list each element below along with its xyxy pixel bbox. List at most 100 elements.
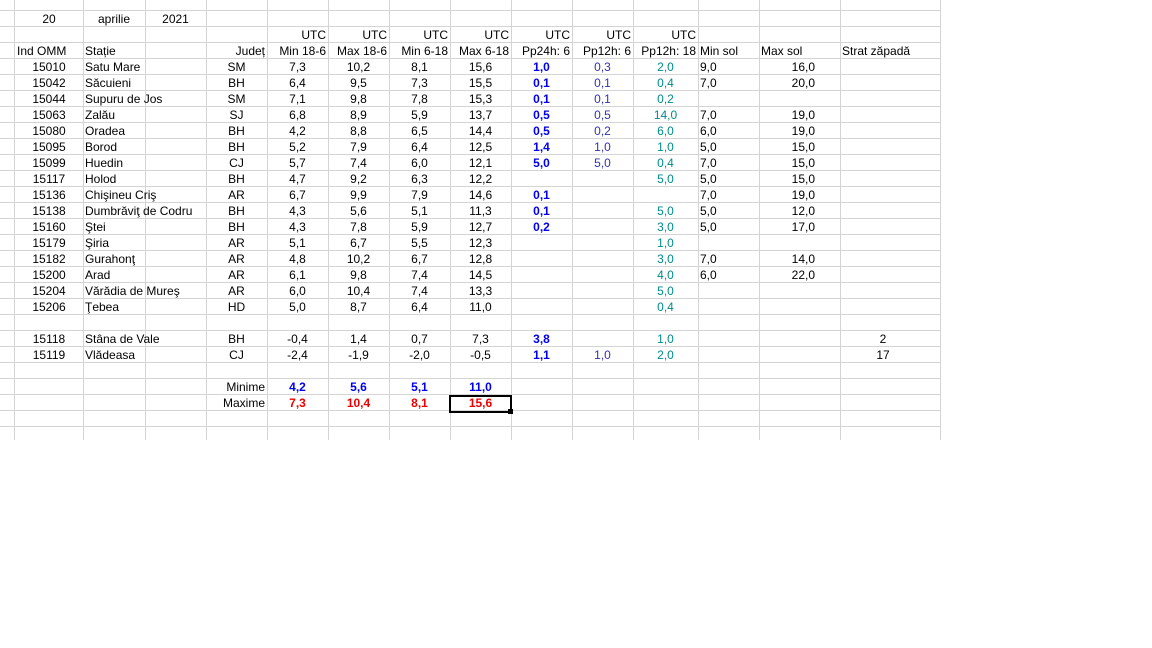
cell-maxsol[interactable]: 19,0 [759, 107, 817, 123]
cell-pp24[interactable] [511, 235, 572, 251]
cell-pp12-6[interactable]: 1,0 [572, 139, 633, 155]
cell-min18[interactable]: 5,2 [267, 139, 328, 155]
cell-county[interactable]: AR [206, 251, 267, 267]
minime-label[interactable]: Minime [206, 379, 267, 395]
cell-station[interactable]: Satu Mare [83, 59, 206, 75]
cell-station[interactable]: Vărădia de Mureş [83, 283, 206, 299]
cell-pp12-6[interactable] [572, 251, 633, 267]
cell-min6[interactable]: 7,9 [389, 187, 450, 203]
cell-county[interactable]: BH [206, 219, 267, 235]
cell-minsol[interactable]: 6,0 [698, 267, 759, 283]
header-pp12h-18[interactable]: Pp12h: 18 [633, 43, 698, 59]
cell-min18[interactable]: 5,7 [267, 155, 328, 171]
cell-pp24[interactable] [511, 251, 572, 267]
cell-pp12-6[interactable] [572, 203, 633, 219]
cell-pp12-18[interactable]: 4,0 [633, 267, 698, 283]
cell-id[interactable]: 15042 [15, 75, 83, 91]
cell-station[interactable]: Oradea [83, 123, 206, 139]
cell-pp24[interactable]: 0,5 [511, 107, 572, 123]
cell-pp24[interactable]: 0,1 [511, 91, 572, 107]
cell-snow[interactable] [840, 171, 926, 187]
cell-min6[interactable]: 6,7 [389, 251, 450, 267]
cell-county[interactable]: AR [206, 267, 267, 283]
cell-pp12-6[interactable]: 0,1 [572, 91, 633, 107]
cell-pp24[interactable] [511, 315, 572, 331]
cell-maxsol[interactable] [759, 91, 817, 107]
cell-pp12-18[interactable]: 6,0 [633, 123, 698, 139]
cell-pp12-6[interactable] [572, 187, 633, 203]
cell-max6[interactable]: 7,3 [450, 331, 511, 347]
cell-min18[interactable]: 4,2 [267, 123, 328, 139]
cell-max18[interactable]: 1,4 [328, 331, 389, 347]
cell-minsol[interactable]: 7,0 [698, 187, 759, 203]
cell-maxsol[interactable] [759, 299, 817, 315]
cell-max6[interactable]: 12,2 [450, 171, 511, 187]
cell-maxsol[interactable] [759, 235, 817, 251]
cell-snow[interactable]: 17 [840, 347, 926, 363]
cell-minsol[interactable]: 5,0 [698, 219, 759, 235]
cell-station[interactable]: Chişineu Criş [83, 187, 206, 203]
cell-minsol[interactable] [698, 91, 759, 107]
cell-maxsol[interactable] [759, 331, 817, 347]
cell-pp12-18[interactable] [633, 315, 698, 331]
cell-station[interactable]: Vlădeasa [83, 347, 206, 363]
cell-minsol[interactable] [698, 299, 759, 315]
cell-min18[interactable] [267, 315, 328, 331]
cell-max18[interactable]: 9,5 [328, 75, 389, 91]
cell-max6[interactable]: 14,4 [450, 123, 511, 139]
cell-pp12-18[interactable]: 1,0 [633, 235, 698, 251]
cell-pp12-18[interactable]: 0,2 [633, 91, 698, 107]
cell-max18[interactable]: 8,7 [328, 299, 389, 315]
utc-max-6-18[interactable]: UTC [450, 27, 511, 43]
cell-maxsol[interactable]: 12,0 [759, 203, 817, 219]
cell-pp12-6[interactable] [572, 299, 633, 315]
cell-min6[interactable]: 8,1 [389, 59, 450, 75]
cell-pp12-18[interactable]: 3,0 [633, 251, 698, 267]
cell-max18[interactable]: 10,2 [328, 251, 389, 267]
cell-min6[interactable]: 7,8 [389, 91, 450, 107]
cell-id[interactable]: 15099 [15, 155, 83, 171]
cell-max6[interactable]: -0,5 [450, 347, 511, 363]
cell-pp12-18[interactable]: 0,4 [633, 75, 698, 91]
cell-min6[interactable]: 5,9 [389, 219, 450, 235]
cell-pp12-6[interactable]: 5,0 [572, 155, 633, 171]
cell-min18[interactable]: 7,1 [267, 91, 328, 107]
cell-id[interactable]: 15136 [15, 187, 83, 203]
cell-min18[interactable]: 6,4 [267, 75, 328, 91]
cell-pp12-18[interactable]: 5,0 [633, 171, 698, 187]
cell-station[interactable]: Gurahonţ [83, 251, 206, 267]
cell-min18[interactable]: -2,4 [267, 347, 328, 363]
cell-minsol[interactable] [698, 283, 759, 299]
cell-max18[interactable]: 6,7 [328, 235, 389, 251]
maxime-max-18-6[interactable]: 10,4 [328, 395, 389, 411]
cell-minsol[interactable]: 5,0 [698, 203, 759, 219]
cell-max6[interactable]: 12,1 [450, 155, 511, 171]
cell-minsol[interactable]: 6,0 [698, 123, 759, 139]
cell-pp12-18[interactable]: 5,0 [633, 283, 698, 299]
header-max-6-18[interactable]: Max 6-18 [450, 43, 511, 59]
cell-pp24[interactable]: 0,5 [511, 123, 572, 139]
cell-max18[interactable]: 8,8 [328, 123, 389, 139]
cell-max18[interactable]: 9,9 [328, 187, 389, 203]
cell-snow[interactable] [840, 139, 926, 155]
cell-county[interactable] [206, 315, 267, 331]
cell-county[interactable]: BH [206, 75, 267, 91]
cell-max6[interactable]: 12,3 [450, 235, 511, 251]
cell-min6[interactable]: -2,0 [389, 347, 450, 363]
cell-min18[interactable]: 6,0 [267, 283, 328, 299]
cell-county[interactable]: BH [206, 123, 267, 139]
cell-pp24[interactable]: 5,0 [511, 155, 572, 171]
cell-id[interactable]: 15179 [15, 235, 83, 251]
date-day[interactable]: 20 [15, 11, 83, 27]
cell-id[interactable]: 15063 [15, 107, 83, 123]
cell-max6[interactable]: 15,5 [450, 75, 511, 91]
cell-min18[interactable]: 4,3 [267, 203, 328, 219]
minime-max-6-18[interactable]: 11,0 [450, 379, 511, 395]
cell-snow[interactable] [840, 219, 926, 235]
cell-maxsol[interactable] [759, 283, 817, 299]
cell-max18[interactable]: -1,9 [328, 347, 389, 363]
cell-county[interactable]: BH [206, 203, 267, 219]
cell-min6[interactable]: 5,5 [389, 235, 450, 251]
cell-station[interactable]: Zalău [83, 107, 206, 123]
cell-id[interactable]: 15118 [15, 331, 83, 347]
